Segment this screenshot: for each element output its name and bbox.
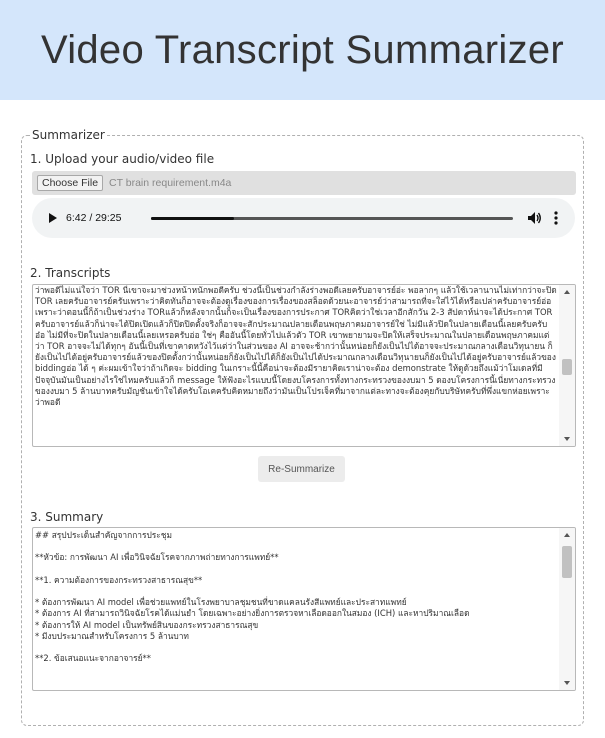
resummarize-button[interactable]: Re-Summarize: [258, 456, 345, 482]
more-options-icon[interactable]: [554, 211, 558, 225]
app-header: Video Transcript Summarizer: [0, 0, 605, 100]
audio-time: 6:42 / 29:25: [66, 212, 122, 224]
transcripts-text: ว่าพอดีไม่แน่ใจว่า TOR นี่เขาจะมาช่วงหน้…: [35, 285, 557, 408]
summary-textarea[interactable]: ## สรุปประเด็นสำคัญจากการประชุม **หัวข้อ…: [32, 527, 576, 691]
audio-progress-fill: [151, 217, 234, 220]
choose-file-button[interactable]: Choose File: [37, 175, 104, 191]
audio-player: 6:42 / 29:25: [32, 198, 575, 238]
summarizer-panel: Summarizer 1. Upload your audio/video fi…: [21, 128, 584, 726]
scroll-thumb[interactable]: [562, 359, 572, 375]
transcripts-textarea[interactable]: ว่าพอดีไม่แน่ใจว่า TOR นี่เขาจะมาช่วงหน้…: [32, 284, 576, 447]
file-input[interactable]: Choose File CT brain requirement.m4a: [32, 171, 576, 195]
app-title: Video Transcript Summarizer: [40, 27, 565, 72]
transcripts-label: 2. Transcripts: [30, 266, 111, 280]
scroll-down-icon[interactable]: [564, 681, 570, 685]
panel-legend: Summarizer: [30, 128, 107, 142]
scroll-thumb[interactable]: [562, 546, 572, 578]
scroll-up-icon[interactable]: [564, 290, 570, 294]
play-icon[interactable]: [49, 213, 57, 223]
volume-icon[interactable]: [528, 212, 542, 224]
scroll-up-icon[interactable]: [564, 533, 570, 537]
transcripts-scrollbar[interactable]: [559, 285, 575, 446]
summary-text: ## สรุปประเด็นสำคัญจากการประชุม **หัวข้อ…: [35, 530, 470, 664]
audio-progress-track[interactable]: [151, 217, 513, 220]
summary-label: 3. Summary: [30, 510, 104, 524]
scroll-down-icon[interactable]: [564, 437, 570, 441]
upload-label: 1. Upload your audio/video file: [30, 152, 215, 166]
summary-scrollbar[interactable]: [559, 528, 575, 690]
file-name: CT brain requirement.m4a: [109, 177, 232, 189]
